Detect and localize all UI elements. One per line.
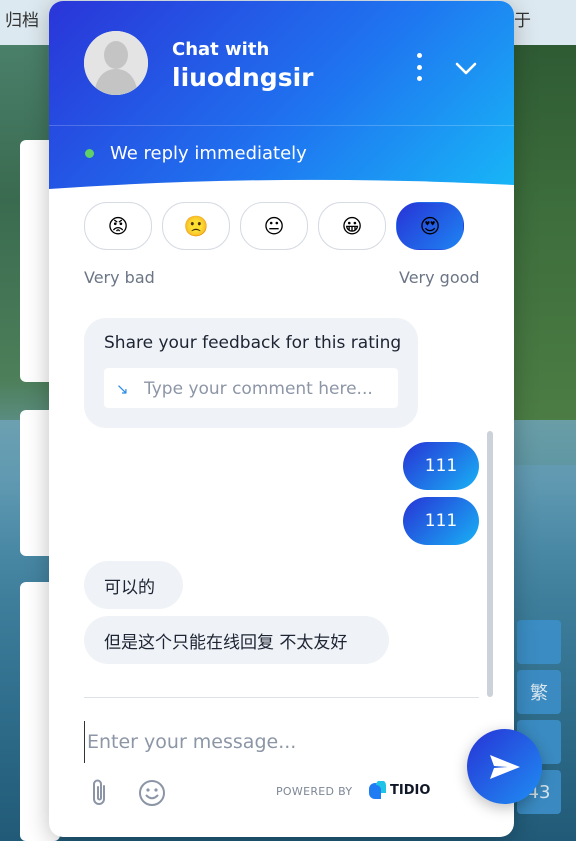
composer-divider	[84, 697, 479, 698]
tidio-brand-name[interactable]: TIDIO	[390, 783, 430, 798]
rating-neutral-button[interactable]: 😐	[240, 202, 308, 250]
send-button[interactable]	[467, 729, 542, 804]
more-options-icon[interactable]	[409, 53, 429, 81]
frowning-face-icon: 🙁	[183, 214, 209, 238]
rating-low-label: Very bad	[84, 268, 155, 287]
agent-avatar	[84, 31, 148, 95]
feedback-title: Share your feedback for this rating	[104, 333, 402, 353]
outgoing-message: 111	[403, 442, 479, 490]
incoming-message: 但是这个只能在线回复 不太友好	[84, 616, 389, 664]
smiley-icon[interactable]	[138, 779, 166, 807]
chevron-down-icon[interactable]	[454, 57, 478, 81]
neutral-face-icon: 😐	[263, 214, 285, 238]
traditional-chinese-button[interactable]: 繁	[517, 670, 561, 714]
arrow-down-right-icon: ↘	[116, 380, 129, 398]
rating-very-good-button[interactable]: 😍	[396, 202, 464, 250]
tidio-logo-icon[interactable]	[367, 781, 387, 801]
nav-about-link[interactable]: 于	[514, 6, 531, 31]
nav-archive-link[interactable]: 归档	[5, 6, 39, 31]
rating-very-bad-button[interactable]: 😡	[84, 202, 152, 250]
message-text: 111	[424, 456, 458, 476]
header-divider	[49, 125, 514, 126]
traditional-chinese-label: 繁	[530, 683, 548, 704]
rating-high-label: Very good	[399, 268, 480, 287]
heart-eyes-face-icon: 😍	[419, 214, 441, 238]
incoming-message: 可以的	[84, 561, 183, 609]
chat-with-label: Chat with	[172, 39, 270, 60]
outgoing-message: 111	[403, 497, 479, 545]
chat-widget: Chat with liuodngsir We reply immediatel…	[49, 1, 514, 837]
online-status-dot	[85, 149, 94, 158]
powered-by-label: POWERED BY	[276, 785, 353, 798]
comment-field-wrapper: ↘	[104, 368, 398, 410]
chat-header: Chat with liuodngsir We reply immediatel…	[49, 1, 514, 196]
status-text: We reply immediately	[110, 143, 307, 164]
message-text: 但是这个只能在线回复 不太友好	[104, 632, 348, 653]
comment-input[interactable]	[142, 368, 396, 410]
message-text: 可以的	[104, 577, 155, 598]
side-tool-button[interactable]	[517, 620, 561, 664]
angry-face-icon: 😡	[107, 214, 129, 238]
rating-good-button[interactable]: 😀	[318, 202, 386, 250]
person-icon	[84, 31, 148, 95]
message-input[interactable]	[84, 721, 429, 763]
message-text: 111	[424, 511, 458, 531]
agent-name: liuodngsir	[172, 63, 314, 92]
feedback-bubble: Share your feedback for this rating ↘	[84, 318, 418, 428]
paperclip-icon[interactable]	[87, 778, 113, 808]
grinning-face-icon: 😀	[341, 214, 363, 238]
messages-scrollbar[interactable]	[487, 431, 493, 697]
rating-bad-button[interactable]: 🙁	[162, 202, 230, 250]
send-icon	[489, 754, 520, 779]
